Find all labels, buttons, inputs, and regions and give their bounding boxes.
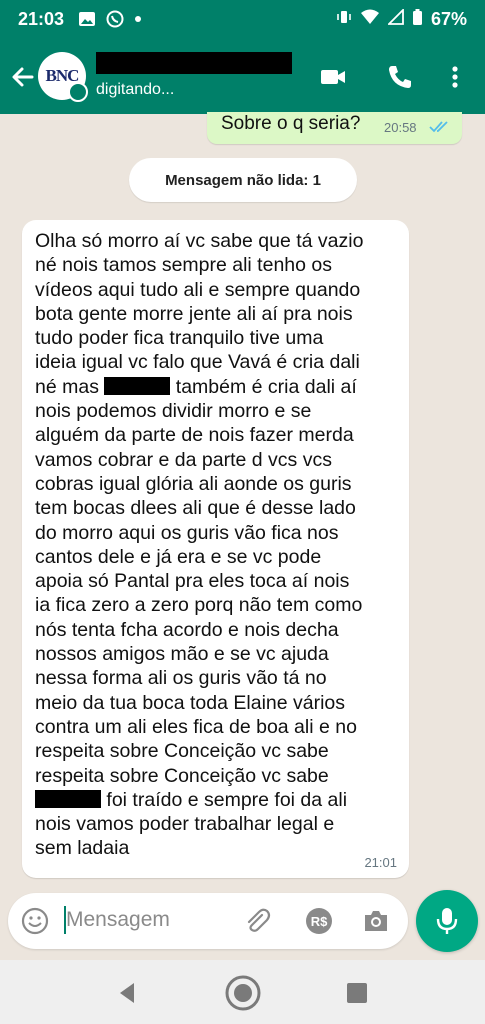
chat-header: BNC digitando...: [0, 38, 485, 114]
back-arrow-icon[interactable]: [8, 62, 38, 92]
mic-button[interactable]: [416, 890, 478, 952]
unread-banner-text: Mensagem não lida: 1: [165, 171, 321, 189]
typing-status: digitando...: [96, 81, 175, 98]
system-navigation-bar: [0, 960, 485, 1024]
sent-message-bubble[interactable]: Sobre o q seria? 20:58: [207, 112, 462, 144]
message-line: vídeos aqui tudo ali e sempre quando: [35, 278, 361, 301]
redacted-contact-name[interactable]: [96, 52, 292, 74]
message-fragment: também é cria dali aí: [175, 375, 357, 398]
home-circle-icon[interactable]: [224, 974, 262, 1012]
message-line: ideia igual vc falo que Vavá é cria dali: [35, 351, 360, 374]
emoji-icon[interactable]: [20, 906, 50, 936]
received-message-text: Olha só morro aí vc sabe que tá vazio né…: [35, 229, 405, 861]
attach-icon[interactable]: [242, 906, 272, 936]
message-line: bota gente morre jente ali aí pra nois: [35, 302, 353, 325]
video-call-icon[interactable]: [318, 62, 348, 92]
more-vert-icon[interactable]: [440, 62, 470, 92]
received-message-time: 21:01: [364, 855, 397, 870]
message-line: cantos dele e já era e se vc pode: [35, 545, 322, 568]
message-line: respeita sobre Conceição vc sabe: [35, 740, 329, 763]
dot-icon: [134, 15, 142, 23]
unread-messages-banner: Mensagem não lida: 1: [129, 158, 357, 202]
message-line: nois podemos dividir morro e se: [35, 400, 312, 423]
back-triangle-icon[interactable]: [112, 978, 142, 1008]
message-line: vamos cobrar e da parte d vcs vcs: [35, 448, 332, 471]
message-line: né nois tamos sempre ali tenho os: [35, 254, 332, 277]
image-icon: [78, 11, 96, 27]
message-line: meio da tua boca toda Elaine vários: [35, 691, 346, 714]
received-message-bubble[interactable]: Olha só morro aí vc sabe que tá vazio né…: [22, 220, 409, 878]
status-time: 21:03: [18, 8, 65, 29]
message-composer: Mensagem R$: [8, 893, 408, 949]
message-line: do morro aqui os guris vão fica nos: [35, 521, 339, 544]
redacted-name: [35, 789, 101, 808]
battery-percent: 67%: [430, 8, 467, 29]
message-line: nessa forma ali os guris vão tá no: [35, 667, 327, 690]
business-badge-icon: [68, 82, 88, 102]
message-line: apoia só Pantal pra eles toca aí nois: [35, 570, 350, 593]
vibrate-icon: [336, 9, 352, 30]
status-bar: 21:03 67%: [0, 0, 485, 38]
payment-icon[interactable]: R$: [304, 906, 334, 936]
svg-text:R$: R$: [311, 914, 328, 929]
message-line: nós tenta fcha acordo e nois decha: [35, 618, 339, 641]
message-input[interactable]: Mensagem: [66, 908, 170, 932]
message-line: tudo poder fica tranquilo tive uma: [35, 327, 324, 350]
mic-icon: [436, 908, 458, 934]
message-fragment: né mas: [35, 375, 99, 398]
message-line: sem ladaia: [35, 837, 130, 860]
message-line: tem bocas dlees ali que é desse lado: [35, 497, 356, 520]
recents-square-icon[interactable]: [342, 978, 372, 1008]
double-check-read-icon: [429, 121, 448, 133]
message-line: respeita sobre Conceição vc sabe: [35, 764, 329, 787]
phone-icon[interactable]: [384, 62, 414, 92]
whatsapp-icon: [106, 10, 124, 28]
battery-icon: [412, 8, 423, 31]
redacted-name: [104, 376, 171, 395]
signal-icon: [386, 7, 404, 30]
message-line: né mas também é cria dali aí: [35, 375, 405, 399]
camera-icon[interactable]: [361, 906, 391, 936]
message-line: ia fica zero a zero porq não tem como: [35, 594, 363, 617]
message-line: Olha só morro aí vc sabe que tá vazio: [35, 230, 364, 252]
message-line: nois vamos poder trabalhar legal e: [35, 813, 335, 836]
message-line: foi traído e sempre foi da ali: [35, 788, 405, 812]
sent-message-text: Sobre o q seria?: [221, 113, 361, 134]
sent-message-time: 20:58: [384, 120, 417, 135]
message-line: contra um ali eles fica de boa ali e no: [35, 715, 357, 738]
message-line: alguém da parte de nois fazer merda: [35, 424, 354, 447]
message-line: nossos amigos mão e se vc ajuda: [35, 643, 329, 666]
message-line: cobras igual glória ali aonde os guris: [35, 472, 352, 495]
wifi-icon: [360, 9, 380, 30]
message-fragment: foi traído e sempre foi da ali: [106, 788, 348, 811]
